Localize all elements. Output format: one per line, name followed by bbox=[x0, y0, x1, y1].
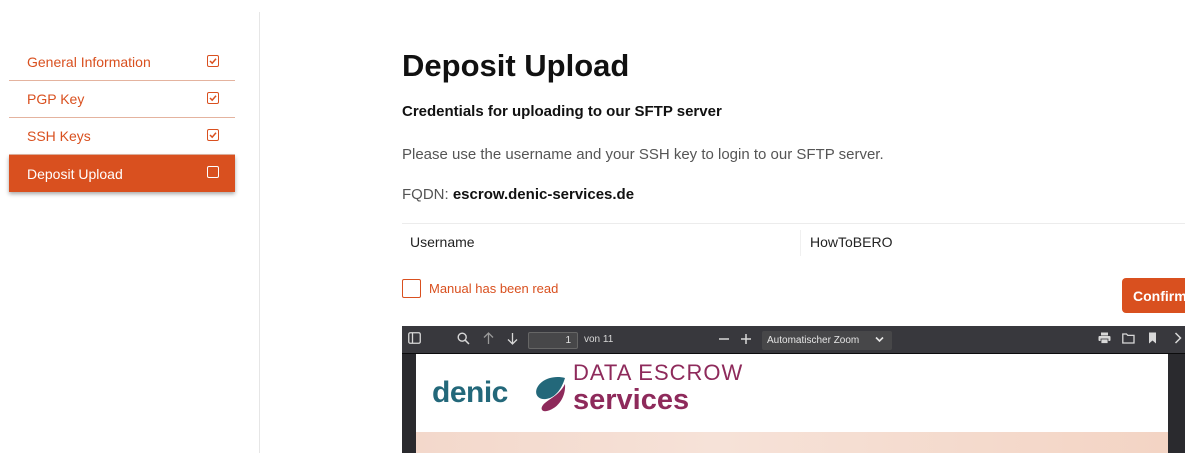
print-icon[interactable] bbox=[1098, 332, 1111, 346]
arrow-down-icon[interactable] bbox=[507, 332, 518, 347]
sidebar-divider bbox=[259, 12, 260, 453]
section-subtitle: Credentials for uploading to our SFTP se… bbox=[402, 103, 722, 120]
more-tools-icon[interactable] bbox=[1174, 332, 1182, 346]
page-number-input[interactable]: 1 bbox=[528, 332, 578, 349]
zoom-select[interactable]: Automatischer Zoom bbox=[762, 331, 892, 350]
sidebar-item-general-information[interactable]: General Information bbox=[9, 44, 235, 81]
sidebar-item-label: Deposit Upload bbox=[27, 165, 123, 182]
chevron-down-icon bbox=[875, 335, 884, 345]
pdf-page: denic DATA ESCROW services bbox=[416, 354, 1168, 453]
sidebar-toggle-icon[interactable] bbox=[408, 332, 421, 346]
pdf-toolbar: 1 von 11 Automatischer Zoom bbox=[402, 326, 1185, 354]
main-content: Deposit Upload Credentials for uploading… bbox=[402, 0, 1185, 453]
fqdn-value: escrow.denic-services.de bbox=[452, 186, 635, 203]
cell-divider bbox=[800, 230, 801, 256]
manual-read-label: Manual has been read bbox=[429, 281, 559, 296]
zoom-value: Automatischer Zoom bbox=[767, 335, 860, 346]
checked-icon bbox=[207, 55, 219, 67]
zoom-out-icon[interactable] bbox=[718, 333, 730, 347]
sidebar-item-label: PGP Key bbox=[27, 91, 85, 107]
sidebar-item-deposit-upload[interactable]: Deposit Upload bbox=[9, 155, 235, 192]
checkbox-box[interactable] bbox=[402, 279, 421, 298]
username-label: Username bbox=[410, 234, 475, 250]
credentials-table: Username HowToBERO bbox=[402, 223, 1185, 260]
sidebar-item-label: General Information bbox=[27, 54, 151, 70]
fqdn-label: FQDN: bbox=[402, 186, 453, 203]
checked-icon bbox=[207, 129, 219, 141]
instructions-text: Please use the username and your SSH key… bbox=[402, 146, 884, 163]
open-file-icon[interactable] bbox=[1122, 332, 1135, 346]
checked-icon bbox=[207, 92, 219, 104]
page-title: Deposit Upload bbox=[402, 48, 630, 83]
sidebar-item-label: SSH Keys bbox=[27, 128, 91, 144]
bookmark-icon[interactable] bbox=[1148, 332, 1157, 346]
logo-data-escrow-text: DATA ESCROW bbox=[573, 360, 744, 385]
page-count: von 11 bbox=[584, 334, 614, 345]
wizard-sidebar: General Information PGP Key SSH Keys Dep… bbox=[9, 44, 235, 192]
logo-mark-icon bbox=[532, 374, 568, 419]
logo-denic-text: denic bbox=[432, 376, 508, 409]
fqdn-line: FQDN: escrow.denic-services.de bbox=[402, 186, 634, 203]
sidebar-item-ssh-keys[interactable]: SSH Keys bbox=[9, 118, 235, 155]
sidebar-item-pgp-key[interactable]: PGP Key bbox=[9, 81, 235, 118]
search-icon[interactable] bbox=[457, 332, 470, 347]
pdf-viewer: 1 von 11 Automatischer Zoom denic DATA E… bbox=[402, 326, 1185, 453]
unchecked-icon bbox=[207, 166, 219, 178]
manual-read-checkbox[interactable]: Manual has been read bbox=[402, 279, 558, 298]
zoom-in-icon[interactable] bbox=[740, 333, 752, 347]
confirm-button[interactable]: Confirm bbox=[1122, 278, 1185, 313]
username-value: HowToBERO bbox=[810, 234, 893, 250]
logo-services-text: services bbox=[573, 384, 690, 416]
cover-image-band bbox=[416, 432, 1168, 453]
arrow-up-icon[interactable] bbox=[483, 332, 494, 347]
